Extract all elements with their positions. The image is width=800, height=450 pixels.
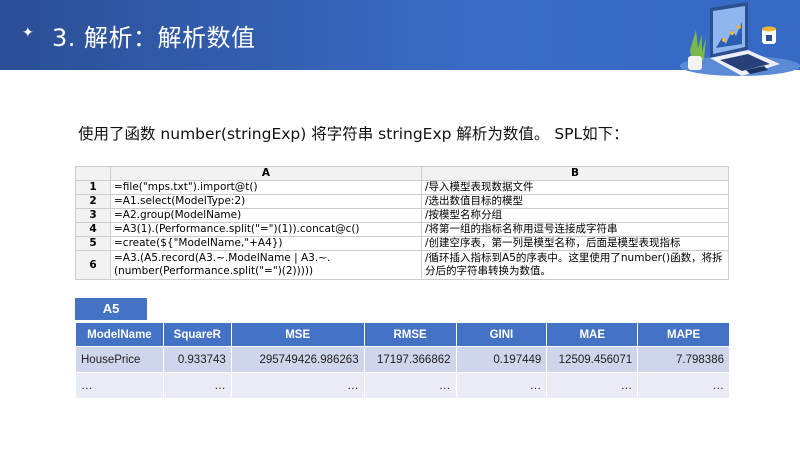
result-cell[interactable]: … xyxy=(546,372,639,399)
row-number[interactable]: 4 xyxy=(75,222,111,237)
comment-cell[interactable]: /按模型名称分组 xyxy=(421,208,729,223)
result-cell[interactable]: … xyxy=(162,372,232,399)
column-header-a[interactable]: A xyxy=(110,166,422,181)
row-number[interactable]: 2 xyxy=(75,194,111,209)
intro-text: 使用了函数 number(stringExp) 将字符串 stringExp 解… xyxy=(78,125,629,143)
page-title: 3. 解析：解析数值 xyxy=(52,24,256,52)
result-row: ………………… xyxy=(75,372,730,399)
code-header-row: A B xyxy=(75,166,729,181)
result-column-header[interactable]: ModelName xyxy=(75,322,164,347)
code-row: 2 =A1.select(ModelType:2)/选出数值目标的模型 xyxy=(75,194,729,209)
corner-cell xyxy=(75,166,111,181)
code-cell[interactable]: =A2.group(ModelName) xyxy=(110,208,422,223)
code-cell[interactable]: =A1.select(ModelType:2) xyxy=(110,194,422,209)
code-cell[interactable]: =A3.(A5.record(A3.~.ModelName | A3.~.(nu… xyxy=(110,250,422,280)
code-row: 6 =A3.(A5.record(A3.~.ModelName | A3.~.(n… xyxy=(75,250,729,280)
result-cell[interactable]: 0.197449 xyxy=(455,346,548,373)
row-number[interactable]: 5 xyxy=(75,236,111,251)
comment-cell[interactable]: /循环插入指标到A5的序表中。这里使用了number()函数，将拆分后的字符串转… xyxy=(421,250,729,280)
row-number[interactable]: 6 xyxy=(75,250,111,280)
star-bullet-icon: ✦ xyxy=(22,25,34,41)
result-cell[interactable]: … xyxy=(75,372,164,399)
code-cell[interactable]: =file("mps.txt").import@t() xyxy=(110,180,422,195)
laptop-illustration-icon xyxy=(680,2,800,76)
column-header-b[interactable]: B xyxy=(421,166,729,181)
header-banner: ✦ 3. 解析：解析数值 xyxy=(0,0,800,76)
result-header-row: ModelName SquareR MSE RMSE GINI MAE MAPE xyxy=(75,322,730,347)
result-column-header[interactable]: GINI xyxy=(455,322,548,347)
result-column-header[interactable]: SquareR xyxy=(162,322,232,347)
result-column-header[interactable]: RMSE xyxy=(363,322,457,347)
comment-cell[interactable]: /创建空序表，第一列是模型名称，后面是模型表现指标 xyxy=(421,236,729,251)
result-column-header[interactable]: MSE xyxy=(230,322,365,347)
result-label: A5 xyxy=(75,298,147,320)
code-row: 4 =A3(1).(Performance.split("=")(1)).conc… xyxy=(75,222,729,237)
result-table: ModelName SquareR MSE RMSE GINI MAE MAPE House… xyxy=(75,322,730,399)
result-column-header[interactable]: MAPE xyxy=(637,322,730,347)
result-cell[interactable]: 295749426.986263 xyxy=(230,346,365,373)
result-cell[interactable]: 7.798386 xyxy=(637,346,730,373)
spl-code-table: A B 1 =file("mps.txt").import@t()/导入模型表现数… xyxy=(75,166,729,280)
result-row: HousePrice 0.933743 295749426.986263 17197.… xyxy=(75,346,730,373)
comment-cell[interactable]: /选出数值目标的模型 xyxy=(421,194,729,209)
result-column-header[interactable]: MAE xyxy=(546,322,639,347)
comment-cell[interactable]: /将第一组的指标名称用逗号连接成字符串 xyxy=(421,222,729,237)
result-cell[interactable]: 0.933743 xyxy=(162,346,232,373)
code-cell[interactable]: =A3(1).(Performance.split("=")(1)).conca… xyxy=(110,222,422,237)
result-cell[interactable]: … xyxy=(230,372,365,399)
row-number[interactable]: 1 xyxy=(75,180,111,195)
result-cell[interactable]: 17197.366862 xyxy=(363,346,457,373)
result-cell[interactable]: 12509.456071 xyxy=(546,346,639,373)
row-number[interactable]: 3 xyxy=(75,208,111,223)
code-cell[interactable]: =create(${"ModelName,"+A4}) xyxy=(110,236,422,251)
comment-cell[interactable]: /导入模型表现数据文件 xyxy=(421,180,729,195)
code-row: 5 =create(${"ModelName,"+A4})/创建空序表，第一列是模… xyxy=(75,236,729,251)
result-cell[interactable]: … xyxy=(637,372,730,399)
code-row: 3 =A2.group(ModelName)/按模型名称分组 xyxy=(75,208,729,223)
result-cell[interactable]: HousePrice xyxy=(75,346,164,373)
result-cell[interactable]: … xyxy=(455,372,548,399)
code-row: 1 =file("mps.txt").import@t()/导入模型表现数据文件 xyxy=(75,180,729,195)
result-cell[interactable]: … xyxy=(363,372,457,399)
